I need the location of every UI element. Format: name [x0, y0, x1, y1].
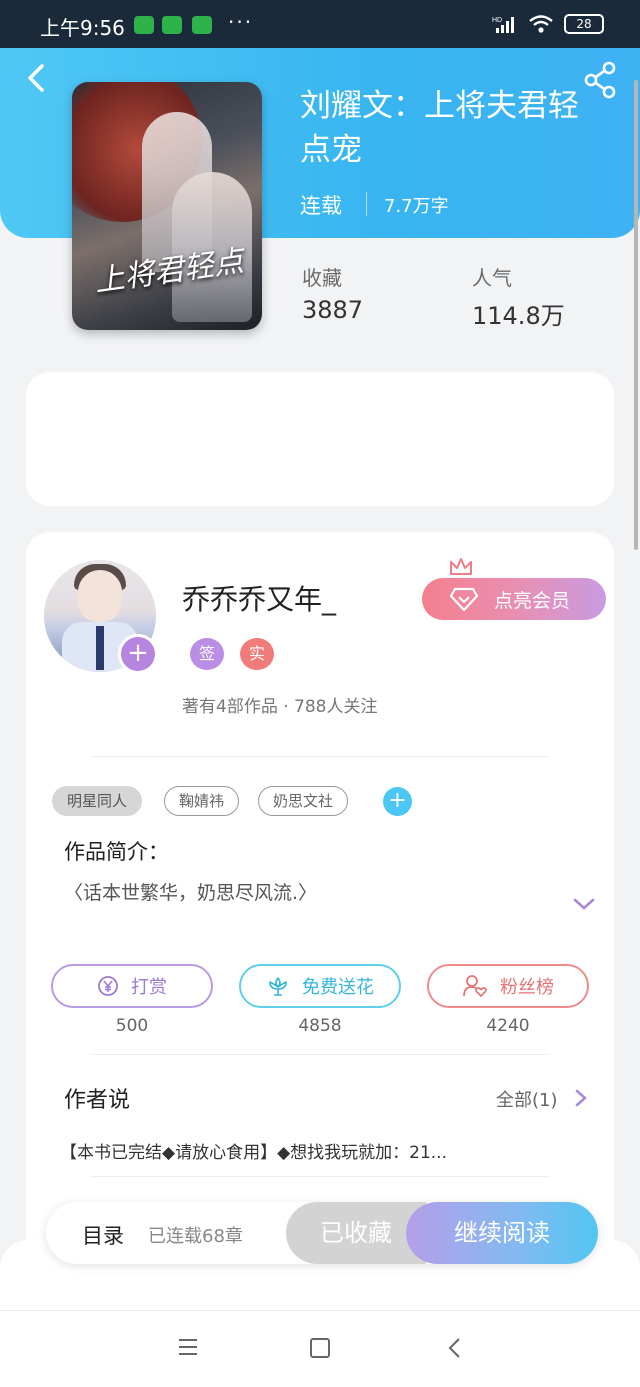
stat-label-collect: 收藏 — [302, 266, 342, 290]
fans-ranking-label: 粉丝榜 — [500, 977, 554, 998]
author-meta: 著有4部作品 · 788人关注 — [182, 697, 378, 717]
send-flower-button[interactable]: 免费送花 — [239, 964, 401, 1008]
fans-ranking-button[interactable]: 粉丝榜 — [427, 964, 589, 1008]
follow-author-button[interactable]: + — [118, 634, 158, 674]
add-tag-button[interactable]: + — [383, 787, 412, 816]
signed-badge: 签 — [190, 638, 224, 670]
battery-level: 28 — [576, 17, 592, 31]
continue-reading-button[interactable]: 继续阅读 — [406, 1202, 598, 1264]
empty-card — [26, 372, 614, 506]
wifi-icon — [529, 15, 553, 33]
author-says-text[interactable]: 【本书已完结◆请放心食用】◆想找我玩就加：21... — [60, 1138, 447, 1163]
battery-icon: 28 — [564, 14, 604, 34]
stat-label-popularity: 人气 — [472, 266, 512, 290]
reward-count: 500 — [115, 1016, 149, 1036]
status-time: 上午9:56 — [40, 16, 125, 40]
send-flower-label: 免费送花 — [302, 977, 374, 998]
tag-person[interactable]: 鞠婧祎 — [164, 786, 240, 816]
book-cover[interactable]: 上将君轻点 — [72, 82, 262, 330]
fans-count: 4240 — [486, 1016, 530, 1036]
intro-title: 作品简介： — [64, 840, 169, 864]
reward-label: 打赏 — [131, 977, 167, 998]
author-says-all-link[interactable]: 全部(1) — [496, 1086, 558, 1112]
flower-icon — [269, 977, 287, 996]
signal-icon: HD — [492, 17, 514, 33]
reward-button[interactable]: 打赏 — [51, 964, 213, 1008]
home-icon[interactable] — [310, 1338, 330, 1358]
avatar-tie — [96, 626, 104, 670]
chevron-right-icon[interactable] — [574, 1088, 588, 1108]
avatar-face — [78, 570, 122, 622]
scrollbar[interactable] — [634, 80, 638, 550]
author-says-title: 作者说 — [64, 1088, 131, 1113]
crown-icon — [450, 558, 472, 575]
flower-count: 4858 — [298, 1016, 342, 1036]
menu-icon[interactable] — [176, 1336, 200, 1358]
chapter-count[interactable]: 已连载68章 — [148, 1222, 243, 1248]
book-title: 刘耀文：上将夫君轻点宠 — [300, 88, 579, 168]
stat-value-popularity: 114.8万 — [472, 302, 565, 330]
vip-button-label: 点亮会员 — [494, 589, 571, 612]
section-divider — [90, 756, 550, 757]
back-arrow-icon[interactable] — [20, 60, 56, 96]
verified-badge: 实 — [240, 638, 274, 670]
network-hd-label: HD — [492, 17, 502, 24]
section-divider-2 — [90, 1054, 550, 1055]
wechat-icon-2 — [192, 16, 212, 34]
section-divider-3 — [90, 1176, 550, 1177]
vip-button[interactable]: 点亮会员 — [422, 578, 606, 620]
word-count: 7.7万字 — [384, 196, 449, 217]
collected-button[interactable]: 已收藏 — [286, 1202, 426, 1264]
author-name[interactable]: 乔乔乔又年_ — [182, 578, 336, 618]
status-bar: 上午9:56 ··· HD 28 — [0, 0, 640, 48]
yen-coin-icon — [98, 976, 118, 996]
intro-text: 〈话本世繁华，奶思尽风流.〉 — [64, 882, 318, 904]
status-divider — [366, 192, 367, 216]
tag-publisher[interactable]: 奶思文社 — [258, 786, 349, 816]
wechat-icon — [162, 16, 182, 34]
tag-genre[interactable]: 明星同人 — [52, 786, 143, 816]
toc-button[interactable]: 目录 — [82, 1220, 124, 1250]
status-right-group: HD 28 — [492, 14, 604, 34]
stat-value-collect: 3887 — [302, 296, 364, 324]
chevron-down-icon[interactable] — [572, 896, 596, 912]
nav-back-icon[interactable] — [446, 1336, 462, 1360]
book-status: 连载 — [300, 194, 342, 218]
more-notifications-icon: ··· — [228, 10, 254, 34]
shield-app-icon — [134, 16, 154, 34]
fans-heart-icon — [463, 975, 487, 998]
diamond-icon — [450, 587, 478, 612]
